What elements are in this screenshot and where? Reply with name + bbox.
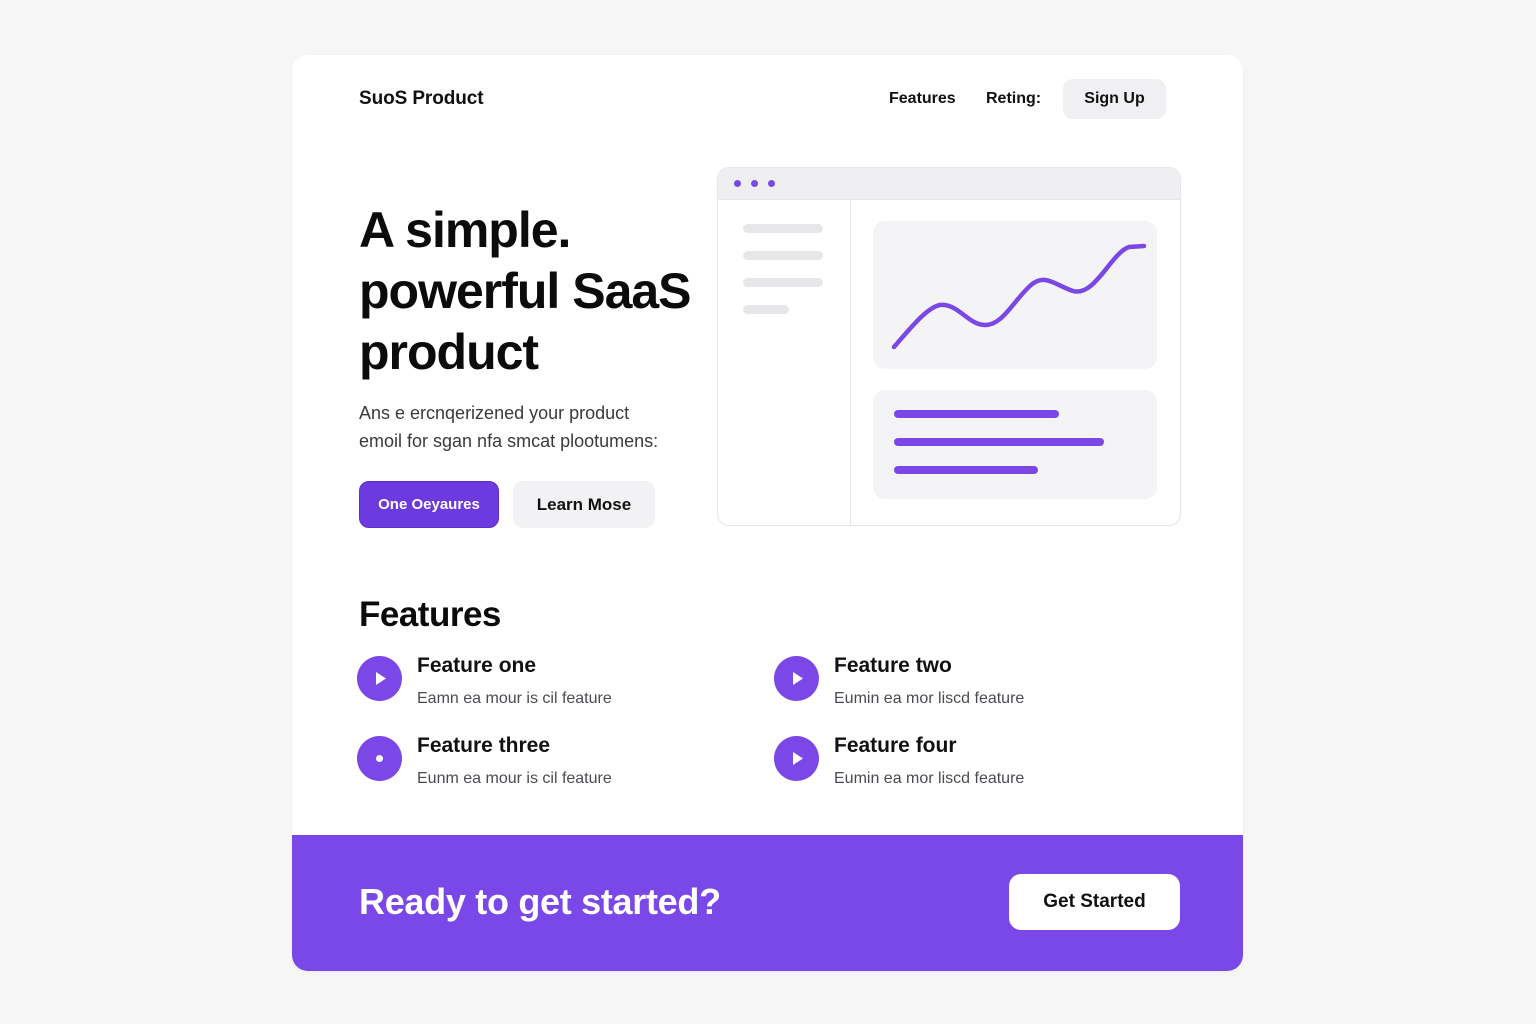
- features-heading: Features: [359, 595, 501, 634]
- hero-subtitle-line: emoil for sgan nfa smcat plootumens:: [359, 431, 659, 451]
- play-icon[interactable]: [357, 656, 402, 701]
- window-title-bar: [718, 168, 1180, 200]
- get-started-button[interactable]: Get Started: [1009, 874, 1180, 930]
- list-placeholder-bar: [894, 410, 1059, 418]
- preview-chart-panel: [873, 221, 1157, 369]
- hero-title-line: powerful SaaS: [359, 263, 692, 319]
- window-dot-icon: [734, 180, 741, 187]
- feature-description: Eunm ea mour is cil feature: [417, 770, 612, 787]
- hero-title-line: A simple.: [359, 202, 571, 258]
- sidebar-placeholder-line: [743, 278, 823, 287]
- dot-icon[interactable]: [357, 736, 402, 781]
- hero-title-line: product: [359, 324, 539, 380]
- learn-more-button[interactable]: Learn Mose: [513, 481, 655, 528]
- hero-subtitle-line: Ans e ercnqerizened your product: [359, 403, 630, 423]
- sidebar-placeholder-line: [743, 305, 789, 314]
- feature-item: Feature three Eunm ea mour is cil featur…: [357, 734, 697, 796]
- preview-list-panel: [873, 390, 1157, 499]
- nav-link-features[interactable]: Features: [889, 90, 956, 108]
- preview-sidebar: [718, 200, 851, 525]
- app-preview-illustration: [717, 167, 1181, 526]
- feature-description: Eamn ea mour is cil feature: [417, 690, 612, 707]
- landing-page-card: SuoS Product Features Reting: Sign Up A …: [292, 55, 1243, 971]
- play-icon[interactable]: [774, 656, 819, 701]
- cta-heading: Ready to get started?: [359, 881, 721, 922]
- feature-item: Feature one Eamn ea mour is cil feature: [357, 654, 697, 716]
- nav-link-pricing[interactable]: Reting:: [986, 90, 1041, 108]
- sidebar-placeholder-line: [743, 251, 823, 260]
- feature-description: Eumin ea mor liscd feature: [834, 770, 1025, 787]
- cta-banner: Ready to get started? Get Started: [292, 835, 1243, 971]
- feature-title: Feature two: [834, 654, 952, 677]
- trend-line-chart: [891, 243, 1147, 350]
- hero-subtitle: Ans e ercnqerizened your product emoil f…: [359, 399, 709, 455]
- window-dot-icon: [751, 180, 758, 187]
- list-placeholder-bar: [894, 466, 1038, 474]
- play-icon[interactable]: [774, 736, 819, 781]
- window-dot-icon: [768, 180, 775, 187]
- feature-title: Feature four: [834, 734, 957, 757]
- feature-item: Feature four Eumin ea mor liscd feature: [774, 734, 1114, 796]
- brand-logo-text[interactable]: SuoS Product: [359, 88, 484, 110]
- hero-title: A simple. powerful SaaS product: [359, 200, 719, 383]
- primary-cta-button[interactable]: One Oeyaures: [359, 481, 499, 528]
- feature-title: Feature one: [417, 654, 537, 677]
- feature-item: Feature two Eumin ea mor liscd feature: [774, 654, 1114, 716]
- feature-description: Eumin ea mor liscd feature: [834, 690, 1025, 707]
- list-placeholder-bar: [894, 438, 1104, 446]
- feature-title: Feature three: [417, 734, 551, 757]
- sign-up-button[interactable]: Sign Up: [1063, 79, 1166, 119]
- trend-line: [891, 243, 1147, 350]
- sidebar-placeholder-line: [743, 224, 823, 233]
